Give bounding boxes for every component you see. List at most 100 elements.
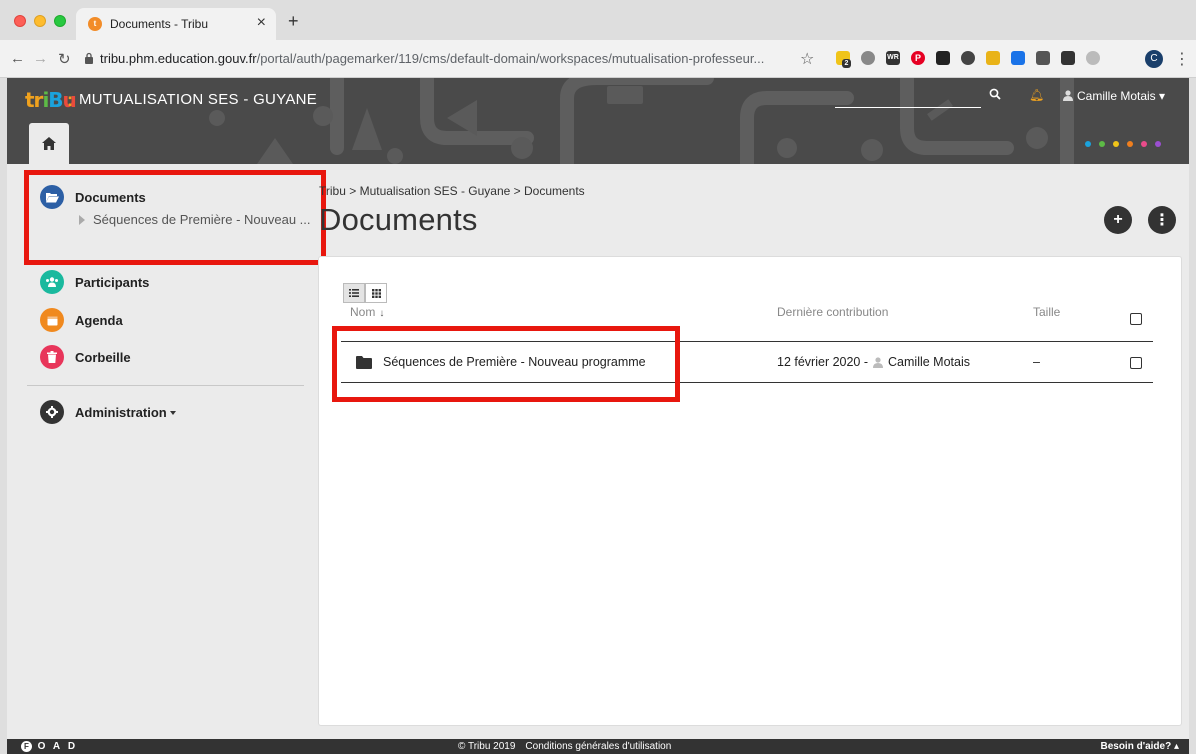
color-dot [1141,141,1147,147]
foad-letter: F [21,741,32,752]
url-path: /portal/auth/pagemarker/119/cms/default-… [256,51,765,66]
browser-toolbar: ← → ↻ tribu.phm.education.gouv.fr/portal… [0,40,1196,78]
extension-gear-icon[interactable] [861,51,875,65]
star-icon[interactable]: ☆ [800,49,814,69]
foad-logo[interactable]: F O A D [21,741,77,752]
tab-title: Documents - Tribu [110,17,209,31]
foad-letter: O [37,741,46,752]
extension-square-icon[interactable] [1036,51,1050,65]
extension-badge: 2 [842,59,851,68]
sidebar-item-corbeille[interactable]: Corbeille [40,344,131,370]
sidebar-item-participants[interactable]: Participants [40,269,149,295]
user-name: Camille Motais [1077,89,1156,103]
forward-icon[interactable]: → [33,50,48,67]
sidebar-item-documents[interactable]: Documents [40,184,146,210]
close-tab-icon[interactable]: × [257,14,266,32]
row-last-contribution: 12 février 2020 - Camille Motais [777,355,970,369]
search-input[interactable] [835,88,981,108]
list-view-button[interactable] [343,283,365,303]
color-dots [1085,141,1161,147]
close-window-button[interactable] [14,15,26,27]
color-dot [1099,141,1105,147]
extension-circle-icon[interactable] [1086,51,1100,65]
help-button[interactable]: Besoin d'aide? ▴ [1100,741,1179,752]
logo-part: tr [25,88,43,112]
logo-separator: : [67,90,73,110]
color-dot [1127,141,1133,147]
row-size: – [1033,355,1040,369]
sidebar-item-label: Agenda [75,312,123,328]
profile-avatar[interactable]: C [1145,50,1163,68]
sidebar: Documents Séquences de Première - Nouvea… [7,164,326,739]
user-menu[interactable]: Camille Motais ▾ [1077,89,1165,103]
column-header-label: Nom [350,305,376,319]
chevron-down-icon [169,411,176,416]
folder-icon [356,356,372,369]
app-header: triBu : MUTUALISATION SES - GUYANE 🔔︎ Ca… [7,78,1189,164]
foad-letter: D [67,741,76,752]
color-dot [1113,141,1119,147]
breadcrumb[interactable]: Tribu > Mutualisation SES - Guyane > Doc… [319,184,585,198]
add-button[interactable]: + [1104,206,1132,234]
grid-view-button[interactable] [365,283,387,303]
tribu-favicon-icon: t [88,17,102,31]
select-all-checkbox[interactable] [1130,313,1142,325]
gear-icon [40,400,64,424]
menu-icon[interactable]: ⋮ [1174,49,1190,69]
user-icon [873,356,884,368]
sidebar-item-label: Administration [75,405,176,420]
user-icon [1063,90,1073,101]
color-dot [1085,141,1091,147]
browser-tab[interactable]: t Documents - Tribu × [76,8,276,40]
buffer-icon[interactable] [936,51,950,65]
folder-open-icon [40,185,64,209]
terms-link[interactable]: Conditions générales d'utilisation [525,741,671,752]
extension-cone-icon[interactable] [986,51,1000,65]
grid-icon [371,288,381,298]
sidebar-subitem-label: Séquences de Première - Nouveau ... [93,212,311,227]
address-bar[interactable]: tribu.phm.education.gouv.fr/portal/auth/… [100,51,764,66]
minimize-window-button[interactable] [34,15,46,27]
page-body: Documents Séquences de Première - Nouvea… [7,164,1189,739]
search-icon[interactable] [989,88,1001,100]
home-tab[interactable] [29,123,69,164]
row-date: 12 février 2020 - [777,355,869,369]
caret-right-icon [79,214,85,225]
back-icon[interactable]: ← [10,50,25,67]
lock-icon [85,52,93,64]
documents-panel: Nom ↓ Dernière contribution Taille Séquen… [318,256,1182,726]
extension-wr-icon[interactable]: WR [886,51,900,65]
column-header-name[interactable]: Nom ↓ [350,305,384,319]
row-name-link[interactable]: Séquences de Première - Nouveau programm… [383,355,646,369]
sidebar-item-label: Participants [75,274,150,290]
extension-eyes-icon[interactable] [961,51,975,65]
administration-label: Administration [75,404,167,420]
page-title: Documents [319,202,478,237]
maximize-window-button[interactable] [54,15,66,27]
calendar-icon [40,308,64,332]
row-author[interactable]: Camille Motais [888,355,970,369]
more-options-button[interactable]: ⋮ [1148,206,1176,234]
bell-icon[interactable]: 🔔︎ [1029,88,1044,102]
extension-tag-icon[interactable] [1061,51,1075,65]
workspace-title[interactable]: MUTUALISATION SES - GUYANE [79,91,317,108]
sidebar-item-label: Documents [75,189,146,205]
sidebar-item-label: Corbeille [75,349,131,365]
new-tab-button[interactable]: + [288,11,299,32]
color-dot [1155,141,1161,147]
sidebar-item-agenda[interactable]: Agenda [40,307,123,333]
home-icon [42,137,56,150]
row-checkbox[interactable] [1130,357,1142,369]
sidebar-item-administration[interactable]: Administration [40,399,176,425]
reload-icon[interactable]: ↻ [58,50,71,68]
pinterest-icon[interactable]: P [911,51,925,65]
chevron-down-icon: ▾ [1159,89,1166,103]
sort-down-icon: ↓ [379,308,385,319]
copyright: © Tribu 2019 [458,741,516,752]
trash-icon [40,345,64,369]
list-icon [349,289,359,297]
extension-blue-icon[interactable] [1011,51,1025,65]
column-header-last-contribution[interactable]: Dernière contribution [777,305,888,319]
column-header-size[interactable]: Taille [1033,305,1060,319]
sidebar-subitem-sequences[interactable]: Séquences de Première - Nouveau ... [79,212,311,227]
